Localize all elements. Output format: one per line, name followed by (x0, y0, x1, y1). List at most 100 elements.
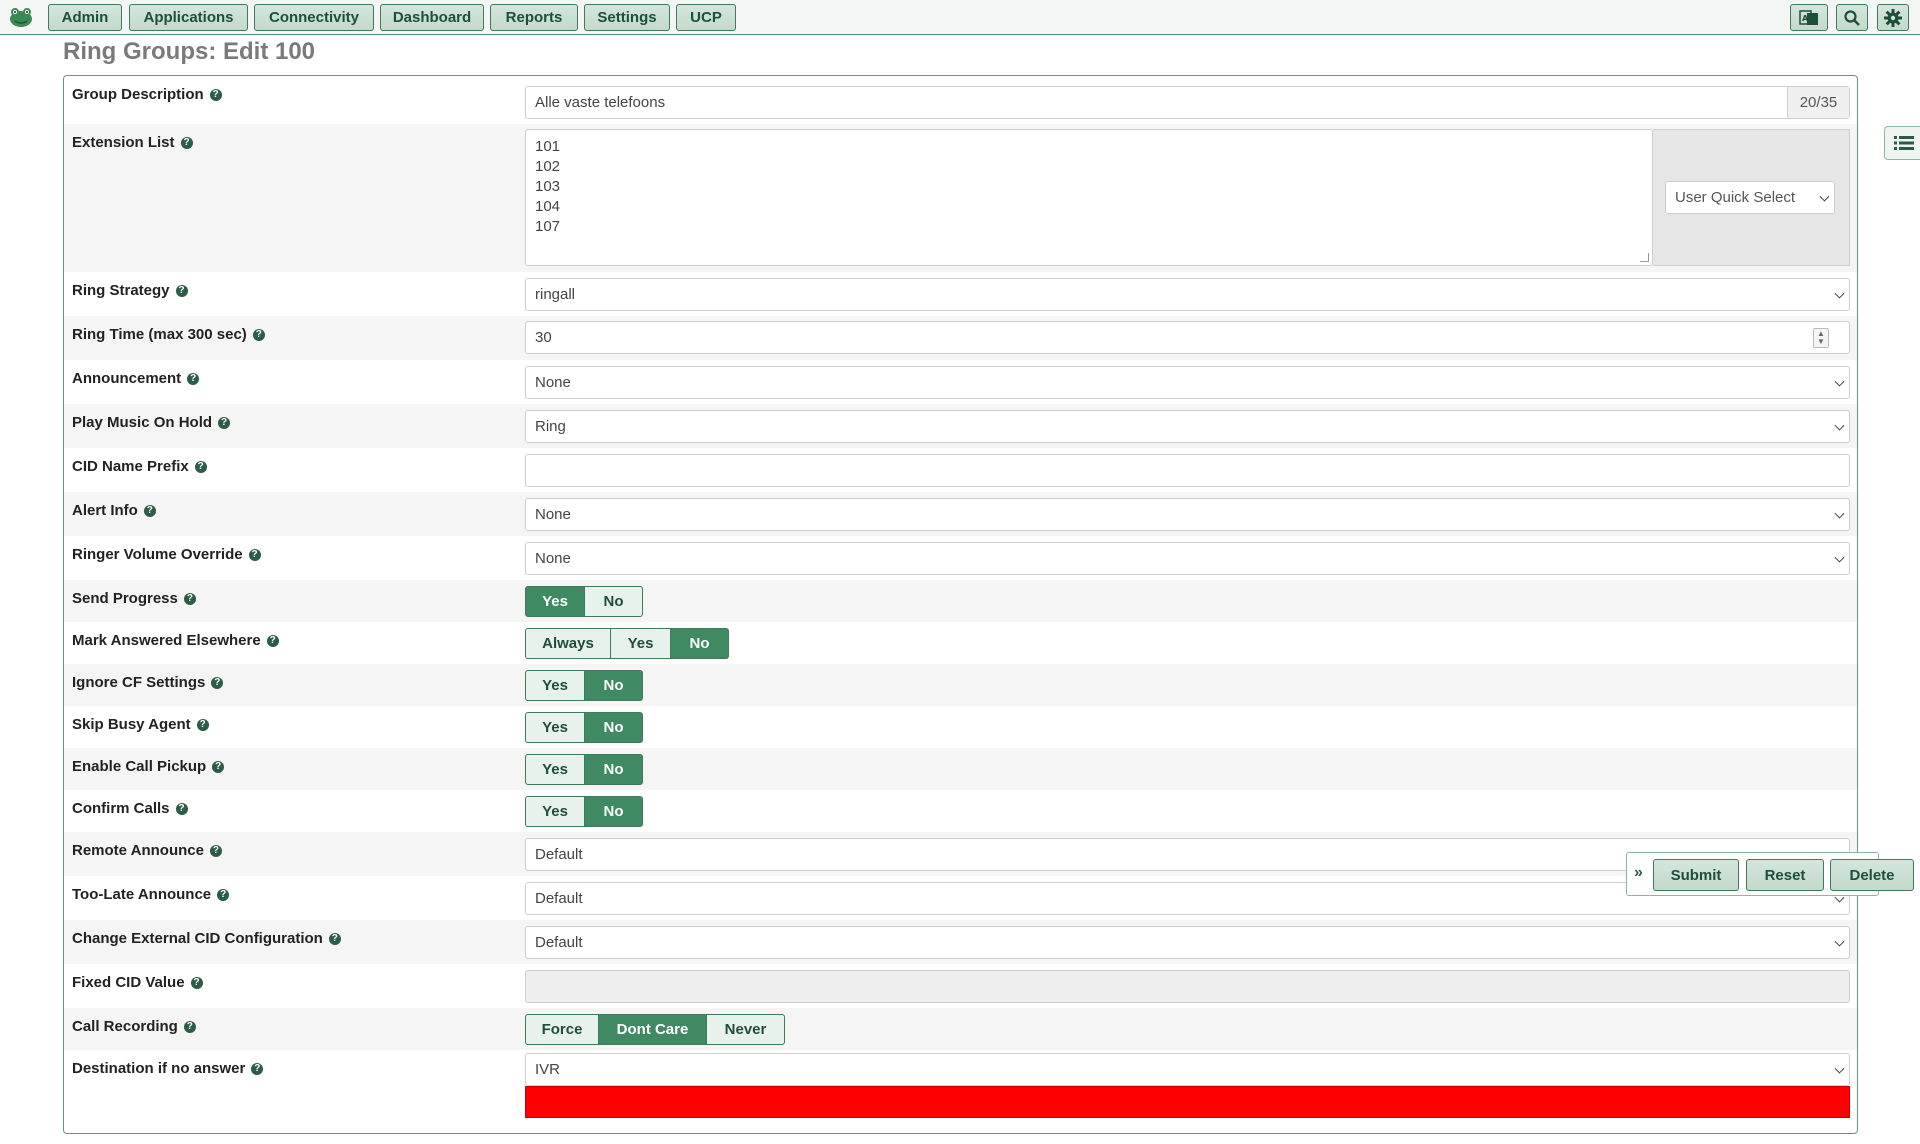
help-icon[interactable]: ? (218, 416, 231, 429)
ignore-cf-no[interactable]: No (585, 670, 643, 701)
group-description-label: Group Description? (72, 86, 222, 103)
confirm-calls-no[interactable]: No (585, 796, 643, 827)
row-call-recording: Call Recording? Force Dont Care Never (64, 1008, 1857, 1050)
group-description-input[interactable]: Alle vaste telefoons 20/35 (525, 86, 1850, 119)
row-mark-answered: Mark Answered Elsewhere? Always Yes No (64, 622, 1857, 664)
help-icon[interactable]: ? (180, 136, 193, 149)
skip-busy-yes[interactable]: Yes (525, 712, 585, 743)
label-text: Play Music On Hold (72, 414, 213, 431)
nav-admin[interactable]: Admin (48, 4, 122, 31)
ringer-volume-select[interactable]: None (525, 542, 1850, 575)
row-ring-strategy: Ring Strategy? ringall (64, 272, 1857, 316)
label-text: Confirm Calls (72, 800, 170, 817)
settings-button[interactable] (1877, 4, 1909, 31)
extension-list-textarea[interactable]: 101 102 103 104 107 (525, 129, 1653, 266)
nav-settings[interactable]: Settings (584, 4, 670, 31)
skip-busy-toggle: Yes No (525, 712, 643, 743)
help-icon[interactable]: ? (143, 504, 156, 517)
skip-busy-no[interactable]: No (585, 712, 643, 743)
help-icon[interactable]: ? (175, 284, 188, 297)
chevron-down-icon (1834, 936, 1845, 947)
call-recording-force[interactable]: Force (525, 1014, 599, 1045)
call-pickup-no[interactable]: No (585, 754, 643, 785)
help-icon[interactable]: ? (196, 718, 209, 731)
nav-applications[interactable]: Applications (129, 4, 248, 31)
help-icon[interactable]: ? (209, 88, 222, 101)
nav-reports[interactable]: Reports (490, 4, 578, 31)
send-progress-no[interactable]: No (585, 586, 643, 617)
mark-answered-toggle: Always Yes No (525, 628, 729, 659)
reset-button[interactable]: Reset (1746, 859, 1824, 891)
help-icon[interactable]: ? (183, 592, 196, 605)
label-text: Mark Answered Elsewhere (72, 632, 261, 649)
call-pickup-toggle: Yes No (525, 754, 643, 785)
language-button[interactable]: A (1790, 4, 1828, 31)
extension-line: 107 (535, 218, 561, 235)
floating-action-bar: » Submit Reset Delete (1626, 852, 1914, 896)
nav-ucp[interactable]: UCP (676, 4, 736, 31)
confirm-calls-label: Confirm Calls? (72, 800, 188, 817)
help-icon[interactable]: ? (251, 1062, 264, 1075)
help-icon[interactable]: ? (211, 676, 224, 689)
row-send-progress: Send Progress? Yes No (64, 580, 1857, 622)
help-icon[interactable]: ? (248, 548, 261, 561)
help-icon[interactable]: ? (209, 844, 222, 857)
help-icon[interactable]: ? (194, 460, 207, 473)
external-cid-select[interactable]: Default (525, 926, 1850, 959)
select-value: Default (535, 934, 583, 951)
nav-dashboard[interactable]: Dashboard (380, 4, 484, 31)
sidebar-toggle-button[interactable] (1884, 126, 1920, 160)
destination-select[interactable]: IVR (525, 1053, 1850, 1086)
user-quick-select[interactable]: User Quick Select (1665, 181, 1835, 214)
language-icon: A (1799, 9, 1818, 25)
help-icon[interactable]: ? (266, 634, 279, 647)
play-moh-select[interactable]: Ring (525, 410, 1850, 443)
label-text: Enable Call Pickup (72, 758, 207, 775)
help-icon[interactable]: ? (252, 328, 265, 341)
label-text: Group Description (72, 86, 204, 103)
destination-target-select[interactable] (525, 1086, 1850, 1118)
resize-handle[interactable] (1640, 253, 1649, 262)
announcement-select[interactable]: None (525, 366, 1850, 399)
label-text: Ring Strategy (72, 282, 170, 299)
number-spinner[interactable]: ▲ ▼ (1813, 328, 1829, 348)
label-text: Send Progress (72, 590, 178, 607)
too-late-label: Too-Late Announce? (72, 886, 230, 903)
collapse-actions-icon[interactable]: » (1634, 864, 1643, 882)
help-icon[interactable]: ? (217, 888, 230, 901)
help-icon[interactable]: ? (183, 1020, 196, 1033)
help-icon[interactable]: ? (175, 802, 188, 815)
send-progress-yes[interactable]: Yes (525, 586, 585, 617)
ignore-cf-yes[interactable]: Yes (525, 670, 585, 701)
row-extension-list: Extension List? 101 102 103 104 107 User… (64, 124, 1857, 272)
mark-answered-label: Mark Answered Elsewhere? (72, 632, 279, 649)
page-title: Ring Groups: Edit 100 (63, 38, 316, 65)
label-text: CID Name Prefix (72, 458, 189, 475)
help-icon[interactable]: ? (212, 760, 225, 773)
label-text: Announcement (72, 370, 182, 387)
quick-select-panel: User Quick Select (1653, 129, 1850, 266)
search-button[interactable] (1836, 4, 1868, 31)
extension-line: 101 (535, 138, 561, 155)
call-recording-dont-care[interactable]: Dont Care (599, 1014, 707, 1045)
ring-strategy-select[interactable]: ringall (525, 278, 1850, 311)
mark-answered-always[interactable]: Always (525, 628, 611, 659)
call-recording-never[interactable]: Never (707, 1014, 785, 1045)
help-icon[interactable]: ? (328, 932, 341, 945)
confirm-calls-yes[interactable]: Yes (525, 796, 585, 827)
mark-answered-yes[interactable]: Yes (611, 628, 671, 659)
cid-prefix-input[interactable] (525, 454, 1850, 487)
help-icon[interactable]: ? (190, 976, 203, 989)
submit-button[interactable]: Submit (1653, 859, 1739, 891)
mark-answered-no[interactable]: No (671, 628, 729, 659)
top-nav-bar: Admin Applications Connectivity Dashboar… (0, 0, 1920, 35)
select-value: None (535, 374, 571, 391)
call-pickup-yes[interactable]: Yes (525, 754, 585, 785)
delete-button[interactable]: Delete (1830, 859, 1914, 891)
help-icon[interactable]: ? (187, 372, 200, 385)
alert-info-select[interactable]: None (525, 498, 1850, 531)
nav-connectivity[interactable]: Connectivity (254, 4, 374, 31)
chevron-down-icon (1834, 376, 1845, 387)
frog-logo-icon[interactable] (8, 5, 34, 29)
ring-time-input[interactable]: 30 ▲ ▼ (525, 321, 1850, 354)
